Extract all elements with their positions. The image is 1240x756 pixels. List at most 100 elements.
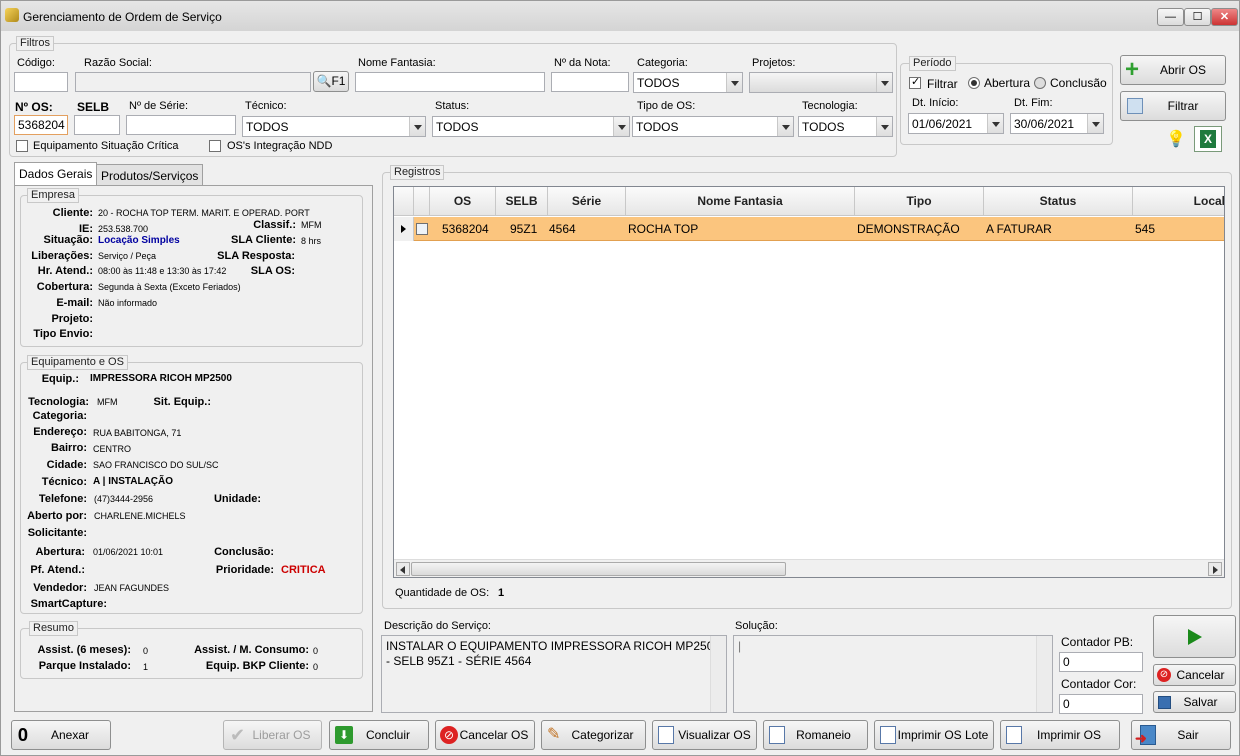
email-value: Não informado — [98, 298, 158, 308]
abrir-os-button[interactable]: + Abrir OS — [1120, 55, 1226, 85]
cancelar-button[interactable]: ⊘ Cancelar — [1153, 664, 1236, 686]
contador-cor-input[interactable]: 0 — [1059, 694, 1143, 714]
razao-label: Razão Social: — [84, 57, 152, 69]
tecnico-label: Técnico: — [41, 476, 87, 488]
tecnologia-select[interactable]: TODOS — [798, 116, 893, 137]
parque-value: 1 — [143, 662, 149, 672]
scroll-left-button[interactable] — [396, 562, 410, 576]
sla-cliente-label: SLA Cliente: — [231, 234, 296, 246]
cobertura-value: Segunda à Sexta (Exceto Feriados) — [98, 282, 241, 292]
resumo-legend: Resumo — [29, 621, 78, 636]
col-status[interactable]: Status — [984, 187, 1133, 216]
categorizar-button[interactable]: ✎ Categorizar — [541, 720, 646, 750]
periodo-legend: Período — [909, 56, 956, 71]
chevron-down-icon — [876, 117, 892, 136]
imprimir-os-lote-button[interactable]: Imprimir OS Lote — [874, 720, 994, 750]
equipamento-legend: Equipamento e OS — [27, 355, 128, 370]
classif-value: MFM — [301, 220, 322, 230]
tab-dados-gerais[interactable]: Dados Gerais — [14, 162, 98, 186]
bkp-value: 0 — [313, 662, 319, 672]
close-button[interactable]: ✕ — [1211, 8, 1238, 26]
app-icon — [5, 8, 19, 22]
abertura-radio[interactable] — [968, 77, 980, 89]
tecnologia-label: Tecnologia: — [802, 100, 858, 112]
conclusao-radio[interactable] — [1034, 77, 1046, 89]
categoria-label: Categoria: — [32, 410, 87, 422]
filtrar-button[interactable]: Filtrar — [1120, 91, 1226, 121]
tipo-envio-label: Tipo Envio: — [33, 328, 93, 340]
pf-atend-label: Pf. Atend.: — [30, 564, 85, 576]
solucao-textarea[interactable]: | — [733, 635, 1053, 713]
excel-icon[interactable]: X — [1194, 126, 1222, 152]
nota-input[interactable] — [551, 72, 629, 92]
solucao-scrollbar[interactable] — [1036, 636, 1052, 712]
contador-pb-input[interactable]: 0 — [1059, 652, 1143, 672]
sair-button[interactable]: ➜ Sair — [1131, 720, 1231, 750]
triangle-right-icon — [1213, 566, 1218, 574]
cancelar-os-button[interactable]: ⊘ Cancelar OS — [435, 720, 535, 750]
concluir-button[interactable]: ⬇ Concluir — [329, 720, 429, 750]
plus-icon: + — [1125, 56, 1140, 83]
descricao-scrollbar[interactable] — [710, 636, 726, 712]
liberar-os-button[interactable]: ✔ Liberar OS — [223, 720, 322, 750]
salvar-button[interactable]: Salvar — [1153, 691, 1236, 713]
registros-legend: Registros — [390, 165, 445, 180]
maximize-button[interactable]: ☐ — [1184, 8, 1211, 26]
f1-search-button[interactable]: 🔍F1 — [313, 71, 349, 92]
status-select[interactable]: TODOS — [432, 116, 630, 137]
unidade-label: Unidade: — [213, 493, 261, 505]
scroll-thumb[interactable] — [411, 562, 786, 576]
selb-input[interactable] — [74, 115, 120, 135]
cidade-label: Cidade: — [46, 459, 87, 471]
row-checkbox[interactable] — [416, 223, 428, 235]
qtd-os-label: Quantidade de OS: — [395, 587, 490, 599]
romaneio-button[interactable]: Romaneio — [763, 720, 868, 750]
exit-arrow-icon: ➜ — [1135, 730, 1147, 746]
col-os[interactable]: OS — [430, 187, 496, 216]
projetos-select[interactable] — [749, 72, 893, 93]
bkp-label: Equip. BKP Cliente: — [205, 660, 309, 672]
codigo-input[interactable] — [14, 72, 68, 92]
checkmark-icon: ✓ — [911, 76, 921, 88]
report-icon — [1006, 726, 1022, 744]
scroll-right-button[interactable] — [1208, 562, 1222, 576]
tecnico-select[interactable]: TODOS — [242, 116, 426, 137]
tab-produtos-servicos[interactable]: Produtos/Serviços — [96, 164, 204, 186]
liberacoes-label: Liberações: — [31, 250, 93, 262]
executar-button[interactable] — [1153, 615, 1236, 658]
descricao-textarea[interactable]: INSTALAR O EQUIPAMENTO IMPRESSORA RICOH … — [381, 635, 727, 713]
col-nome-fantasia[interactable]: Nome Fantasia — [626, 187, 855, 216]
smartcapture-label: SmartCapture: — [30, 598, 107, 610]
nos-input[interactable]: 5368204 — [14, 115, 68, 135]
anexar-button[interactable]: 𝟎 Anexar — [11, 720, 111, 750]
inicio-date[interactable]: 01/06/2021 — [908, 113, 1004, 134]
categoria-select[interactable]: TODOS — [633, 72, 743, 93]
filter-icon — [1127, 98, 1143, 114]
imprimir-os-button[interactable]: Imprimir OS — [1000, 720, 1120, 750]
ndd-checkbox[interactable] — [209, 140, 221, 152]
minimize-button[interactable]: — — [1157, 8, 1184, 26]
visualizar-os-button[interactable]: Visualizar OS — [652, 720, 757, 750]
horizontal-scrollbar[interactable] — [394, 559, 1224, 577]
col-local[interactable]: Local — [1133, 187, 1224, 216]
filtrar-checkbox[interactable]: ✓ — [909, 76, 921, 89]
razao-input[interactable] — [75, 72, 311, 92]
magnifier-icon: 🔍 — [316, 74, 332, 88]
tipo-select[interactable]: TODOS — [632, 116, 794, 137]
col-serie[interactable]: Série — [548, 187, 626, 216]
nos-label: Nº OS: — [15, 100, 53, 114]
lightbulb-icon[interactable]: 💡 — [1166, 129, 1186, 149]
critica-checkbox[interactable] — [16, 140, 28, 152]
tecnologia-label: Tecnologia: — [28, 396, 89, 408]
fantasia-input[interactable] — [355, 72, 545, 92]
fim-date[interactable]: 30/06/2021 — [1010, 113, 1104, 134]
cancel-icon: ⊘ — [440, 726, 458, 744]
check-icon: ✔ — [230, 725, 246, 745]
pencil-icon: ✎ — [547, 726, 561, 743]
col-selb[interactable]: SELB — [496, 187, 548, 216]
paperclip-icon: 𝟎 — [18, 725, 29, 745]
tecnico-value: A | INSTALAÇÃO — [93, 476, 174, 487]
col-tipo[interactable]: Tipo — [855, 187, 984, 216]
cell-tipo: DEMONSTRAÇÃO — [857, 222, 960, 236]
serie-input[interactable] — [126, 115, 236, 135]
